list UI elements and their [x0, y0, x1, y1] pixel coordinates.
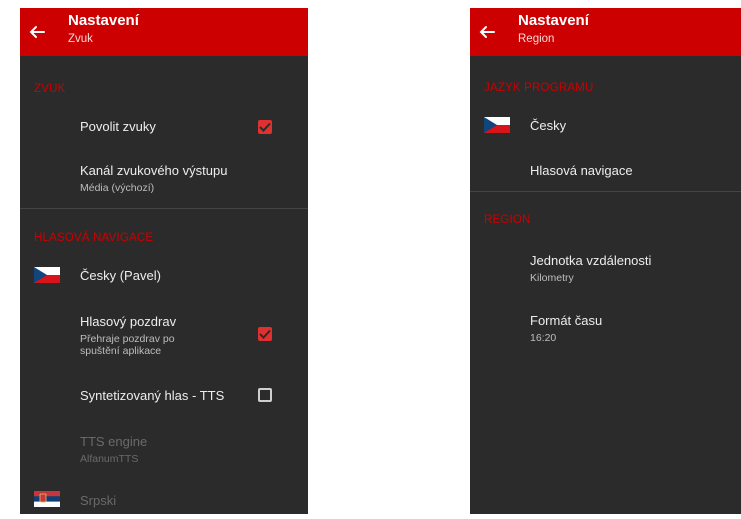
jednotka-vzdalenosti-value: Kilometry [530, 272, 574, 284]
jednotka-vzdalenosti-row[interactable]: Jednotka vzdálenosti Kilometry [470, 246, 741, 290]
voice-srpski-row: Srpski [20, 488, 308, 514]
section-header-zvuk: ZVUK [34, 83, 66, 95]
section-header-jazyk-programu: JAZYK PROGRAMU [484, 82, 594, 94]
czech-flag-icon [484, 117, 510, 133]
voice-cesky-pavel-row[interactable]: Česky (Pavel) [20, 258, 308, 292]
tts-label: Syntetizovaný hlas - TTS [80, 388, 225, 403]
povolit-zvuky-label: Povolit zvuky [80, 119, 156, 134]
settings-screen-region: Nastavení Region JAZYK PROGRAMU Česky Hl… [470, 8, 741, 514]
format-casu-label: Formát času [530, 313, 603, 328]
tts-engine-value: AlfanumTTS [80, 453, 139, 465]
hlasova-navigace-label: Hlasová navigace [530, 163, 633, 178]
hlasova-navigace-row[interactable]: Hlasová navigace [470, 154, 741, 188]
tts-checkbox[interactable] [258, 388, 272, 402]
tts-row[interactable]: Syntetizovaný hlas - TTS [20, 378, 308, 414]
tts-engine-label: TTS engine [80, 434, 148, 449]
serbian-flag-icon [34, 491, 60, 507]
section-header-region: REGION [484, 214, 531, 226]
hlasovy-pozdrav-checkbox[interactable] [258, 327, 272, 341]
kanal-vystupu-row[interactable]: Kanál zvukového výstupu Média (výchozí) [20, 156, 308, 200]
language-cesky-row[interactable]: Česky [470, 108, 741, 142]
page-subtitle: Region [518, 33, 555, 45]
section-header-hlasova-navigace: HLASOVÁ NAVIGACE [34, 232, 154, 244]
format-casu-value: 16:20 [530, 332, 557, 344]
voice-cesky-pavel-label: Česky (Pavel) [80, 268, 161, 283]
tts-engine-row: TTS engine AlfanumTTS [20, 428, 308, 472]
kanal-vystupu-value: Média (výchozí) [80, 182, 155, 194]
divider [20, 208, 308, 209]
page-title: Nastavení [518, 12, 589, 29]
czech-flag-icon [34, 267, 60, 283]
kanal-vystupu-label: Kanál zvukového výstupu [80, 163, 228, 178]
voice-srpski-label: Srpski [80, 493, 117, 508]
hlasovy-pozdrav-desc-line1: Přehraje pozdrav po [80, 333, 175, 345]
app-bar: Nastavení Region [470, 8, 741, 56]
app-bar: Nastavení Zvuk [20, 8, 308, 56]
hlasovy-pozdrav-desc-line2: spuštění aplikace [80, 345, 162, 357]
page-subtitle: Zvuk [68, 33, 93, 45]
language-cesky-label: Česky [530, 118, 567, 133]
back-arrow-icon[interactable] [26, 21, 48, 43]
hlasovy-pozdrav-label: Hlasový pozdrav [80, 314, 177, 329]
hlasovy-pozdrav-row[interactable]: Hlasový pozdrav Přehraje pozdrav po spuš… [20, 306, 308, 366]
povolit-zvuky-checkbox[interactable] [258, 120, 272, 134]
settings-screen-sound: Nastavení Zvuk ZVUK Povolit zvuky Kanál … [20, 8, 308, 514]
format-casu-row[interactable]: Formát času 16:20 [470, 306, 741, 350]
page-title: Nastavení [68, 12, 139, 29]
povolit-zvuky-row[interactable]: Povolit zvuky [20, 108, 308, 148]
jednotka-vzdalenosti-label: Jednotka vzdálenosti [530, 253, 652, 268]
back-arrow-icon[interactable] [476, 21, 498, 43]
divider [470, 191, 741, 192]
